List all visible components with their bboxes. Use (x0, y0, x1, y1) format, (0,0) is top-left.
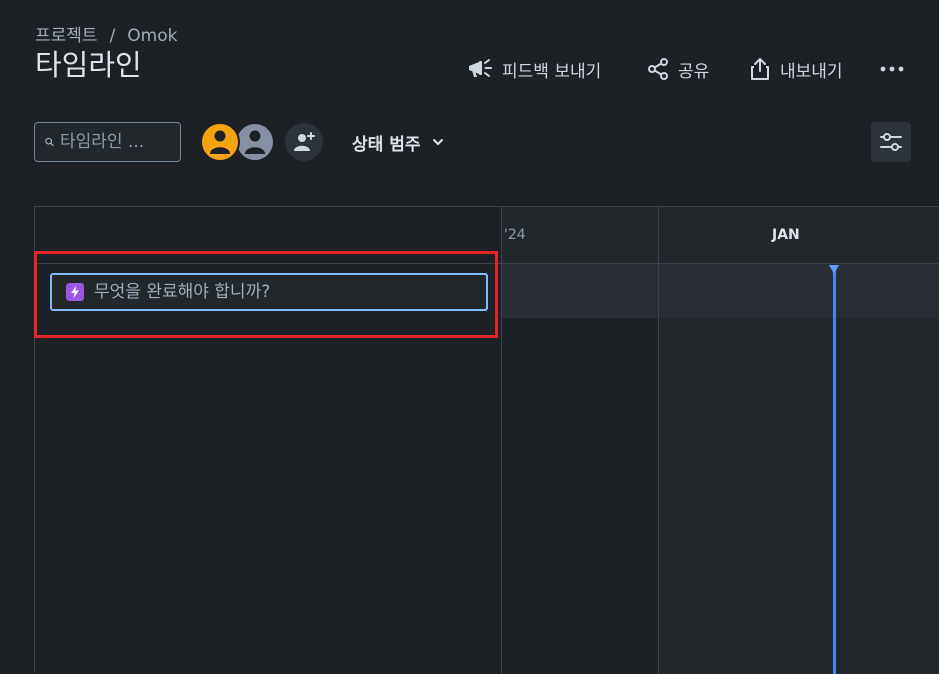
month-label: JAN (772, 227, 800, 243)
feedback-button[interactable]: 피드백 보내기 (466, 54, 646, 84)
more-actions-button[interactable] (878, 54, 906, 84)
export-label: 내보내기 (780, 61, 843, 82)
status-filter-label: 상태 범주 (352, 134, 421, 155)
user-avatar-1[interactable] (200, 122, 240, 162)
month-divider (658, 207, 659, 263)
year-label: '24 (504, 227, 526, 243)
month-column-divider (658, 264, 659, 674)
create-epic-input[interactable] (94, 282, 474, 302)
more-icon (880, 66, 904, 72)
calendar-header: '24 JAN (502, 207, 939, 264)
page-actions: 피드백 보내기 공유 내보내기 (466, 54, 906, 84)
settings-sliders-icon (880, 133, 902, 151)
export-icon (751, 58, 769, 80)
today-line (833, 265, 836, 674)
epic-lightning-icon[interactable] (66, 283, 84, 301)
person-icon (210, 130, 230, 154)
user-avatar-2[interactable] (235, 122, 275, 162)
share-icon (648, 58, 668, 80)
breadcrumb: 프로젝트 / Omok (35, 25, 177, 47)
view-settings-button[interactable] (871, 122, 911, 162)
chevron-down-icon (433, 139, 444, 145)
share-button[interactable]: 공유 (646, 54, 748, 84)
add-people-button[interactable] (285, 123, 323, 161)
person-icon (245, 130, 265, 154)
breadcrumb-projects-link[interactable]: 프로젝트 (35, 25, 98, 47)
search-icon (45, 137, 54, 147)
panel-divider[interactable] (501, 207, 502, 674)
timeline-grid: '24 JAN (34, 206, 939, 674)
page-title: 타임라인 (35, 48, 142, 82)
timeline-toolbar: 상태 범주 (34, 122, 911, 162)
add-person-icon (294, 132, 315, 151)
feedback-label: 피드백 보내기 (502, 61, 602, 82)
export-button[interactable]: 내보내기 (748, 54, 878, 84)
share-label: 공유 (678, 61, 710, 82)
today-marker (829, 265, 839, 274)
create-epic-field[interactable] (50, 273, 488, 311)
breadcrumb-project-link[interactable]: Omok (127, 25, 177, 47)
row-band-divider (658, 264, 659, 318)
search-input[interactable] (60, 132, 170, 152)
breadcrumb-separator: / (109, 26, 116, 46)
megaphone-icon (469, 59, 492, 77)
timeline-search[interactable] (34, 122, 181, 162)
issue-list-header (35, 207, 502, 264)
create-row-band (502, 264, 939, 318)
status-category-filter[interactable]: 상태 범주 (352, 122, 444, 162)
month-column (659, 264, 939, 674)
